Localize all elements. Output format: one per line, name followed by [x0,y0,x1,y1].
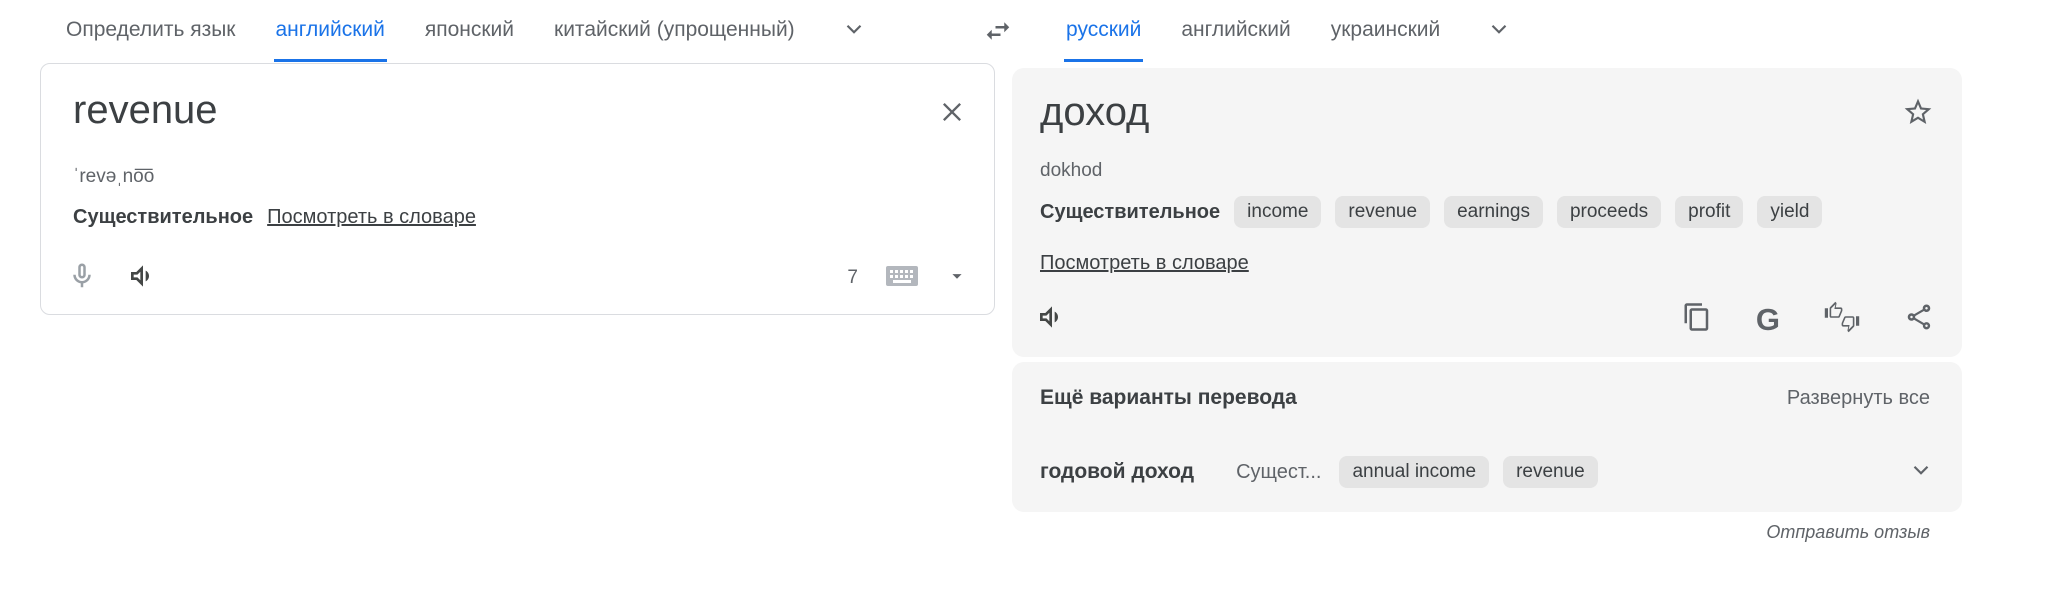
thumbs-up-down-icon [1824,301,1860,338]
synonym-chip[interactable]: profit [1675,196,1743,228]
translation-chip[interactable]: annual income [1339,456,1489,488]
synonym-chip[interactable]: yield [1757,196,1822,228]
share-translation-button[interactable] [1904,302,1934,337]
translation-synonyms-row: Существительное income revenue earnings … [1040,196,1822,228]
clear-source-button[interactable] [932,94,972,134]
star-icon [1902,96,1934,133]
source-text-card[interactable]: revenue ˈrevəˌno͞o Существительное Посмо… [40,63,995,315]
chevron-down-icon [1486,16,1512,47]
chevron-down-icon [841,16,867,47]
translation-text: доход [1040,90,1149,135]
translation-card: доход dokhod Существительное income reve… [1012,68,1962,357]
source-pos-label: Существительное [73,206,253,229]
character-count: 7 [847,267,858,289]
chevron-down-icon [1908,457,1934,488]
translation-pos-label: Существительное [1040,201,1220,224]
translation-transliteration: dokhod [1040,160,1102,182]
tab-source-english[interactable]: английский [274,0,387,62]
row-phrase: годовой доход [1040,460,1194,484]
google-translate-page: Определить язык английский японский кита… [0,0,2047,592]
tab-target-english[interactable]: английский [1179,0,1292,62]
swap-arrows-icon [983,16,1013,51]
tab-detect-language[interactable]: Определить язык [64,0,238,62]
tab-target-russian[interactable]: русский [1064,0,1143,62]
translation-toolbar: G [1036,297,1934,341]
rate-translation-button[interactable] [1824,301,1860,338]
voice-input-button[interactable] [67,261,97,296]
keyboard-icon [884,263,920,294]
expand-row-button[interactable] [1908,457,1934,488]
copy-translation-button[interactable] [1682,302,1712,337]
speaker-icon [1036,301,1068,338]
target-language-tabbar: русский английский украинский [1064,0,1512,62]
keyboard-options-button[interactable] [946,265,968,292]
source-dictionary-link[interactable]: Посмотреть в словаре [267,206,476,229]
search-on-google-button[interactable]: G [1756,304,1780,335]
target-languages-expand-button[interactable] [1486,0,1512,62]
listen-source-button[interactable] [127,260,159,297]
synonym-chip[interactable]: earnings [1444,196,1543,228]
copy-icon [1682,302,1712,337]
synonym-chip[interactable]: income [1234,196,1321,228]
source-language-tabbar: Определить язык английский японский кита… [64,0,867,62]
translation-dictionary-link[interactable]: Посмотреть в словаре [1040,252,1249,274]
dropdown-arrow-icon [946,265,968,292]
more-translation-row[interactable]: годовой доход Сущест... annual income re… [1040,450,1934,494]
tab-source-japanese[interactable]: японский [423,0,516,62]
source-languages-expand-button[interactable] [841,0,867,62]
expand-all-button[interactable]: Развернуть все [1787,387,1930,410]
swap-languages-button[interactable] [976,11,1020,55]
close-icon [938,98,966,131]
save-translation-button[interactable] [1898,94,1938,134]
source-pronunciation: ˈrevəˌno͞o [73,166,154,188]
source-part-of-speech-row: Существительное Посмотреть в словаре [73,206,476,229]
listen-translation-button[interactable] [1036,301,1068,338]
synonym-chip[interactable]: revenue [1335,196,1430,228]
more-translations-title: Ещё варианты перевода [1040,386,1297,410]
translation-chip[interactable]: revenue [1503,456,1598,488]
google-icon: G [1756,304,1780,335]
share-icon [1904,302,1934,337]
more-translations-panel: Ещё варианты перевода Развернуть все год… [1012,362,1962,512]
synonym-chip[interactable]: proceeds [1557,196,1661,228]
row-pos-label: Сущест... [1236,461,1321,484]
source-text-input[interactable]: revenue [73,88,218,133]
virtual-keyboard-button[interactable] [884,263,920,294]
tab-target-ukrainian[interactable]: украинский [1329,0,1443,62]
tab-source-chinese[interactable]: китайский (упрощенный) [552,0,797,62]
source-toolbar: 7 [67,256,968,300]
microphone-icon [67,261,97,296]
send-feedback-link[interactable]: Отправить отзыв [1766,522,1930,543]
speaker-icon [127,260,159,297]
